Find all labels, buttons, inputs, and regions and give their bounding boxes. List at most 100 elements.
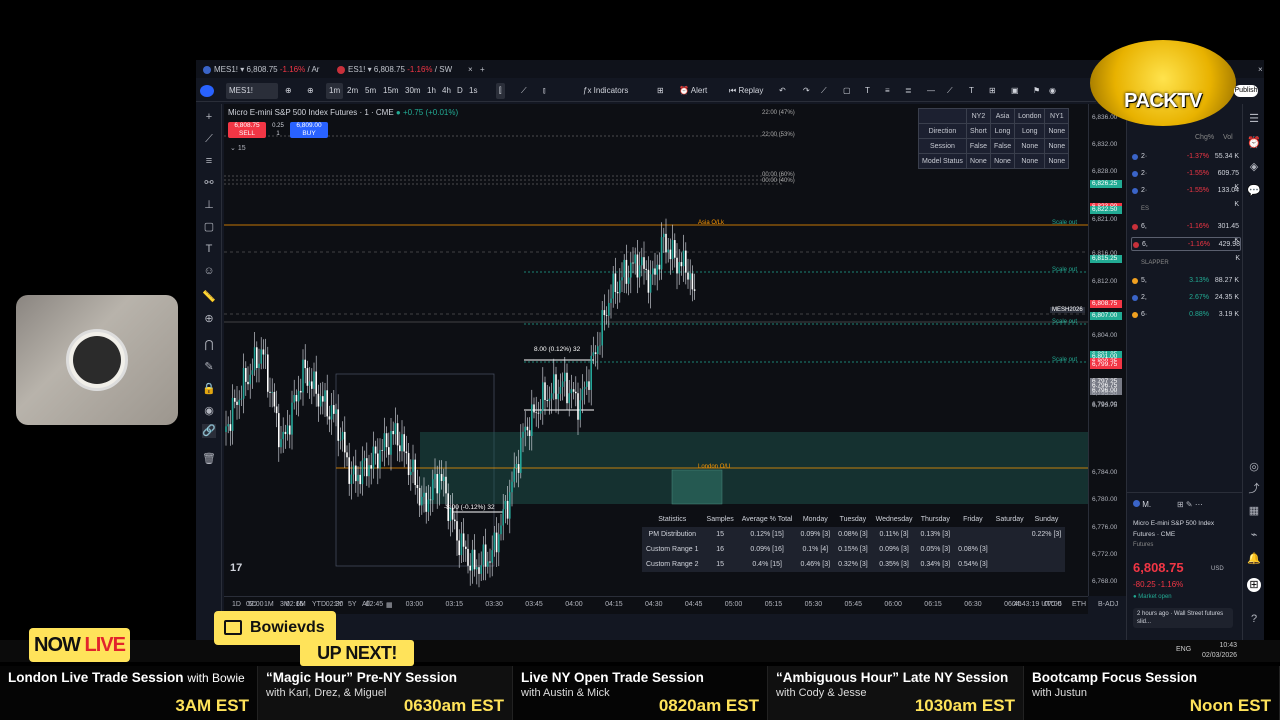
hline-tool-icon[interactable]: — <box>924 83 938 99</box>
bell-icon[interactable]: 🔔 <box>1247 552 1261 566</box>
compare-icon[interactable]: ⊕ <box>304 83 317 99</box>
image-tool-icon[interactable]: ▣ <box>1008 83 1022 99</box>
text-icon[interactable]: T <box>202 242 216 256</box>
order-qty[interactable]: 0.25 1 <box>271 122 285 138</box>
candles-icon[interactable]: ⫿ <box>496 83 505 99</box>
layout-icon[interactable]: ⊞ <box>654 83 667 99</box>
range-5y[interactable]: 5Y <box>348 601 357 608</box>
watchlist-group-es[interactable]: ES <box>1141 206 1149 212</box>
eye-icon[interactable]: ◉ <box>202 404 216 418</box>
calendar-side-icon[interactable]: ▦ <box>1247 504 1261 518</box>
trendline-icon[interactable]: ⟋ <box>202 132 216 146</box>
apps-icon[interactable]: ⊞ <box>1247 578 1261 592</box>
watchlist-row[interactable]: 6, -1.16% 301.45 K <box>1131 220 1241 244</box>
zoom-icon[interactable]: ⊕ <box>202 312 216 326</box>
watchlist-row[interactable]: 5, 3.13% 88.27 K <box>1131 274 1241 288</box>
crosshair-icon[interactable]: + <box>202 110 216 124</box>
watchlist-row[interactable]: 2· -1.55% 609.75 K <box>1131 167 1241 191</box>
interval-1m[interactable]: 1m <box>326 83 344 99</box>
watchlist-group-slapper[interactable]: SLAPPER <box>1141 260 1169 266</box>
watchlist-row[interactable]: 2· -1.37% 55.34 K <box>1131 150 1241 164</box>
range-1y[interactable]: 1Y <box>334 601 343 608</box>
link-icon[interactable]: 🔗 <box>202 424 216 438</box>
undo-icon[interactable]: ↶ <box>776 83 789 99</box>
indicators-button[interactable]: ƒx Indicators <box>580 83 631 99</box>
range-all[interactable]: All <box>362 601 370 608</box>
publish-button[interactable]: Publish <box>1234 85 1258 97</box>
tab-mes[interactable]: MES1! ▾ 6,808.75 -1.16% / Ar <box>200 62 319 78</box>
watchlist-header-chg[interactable]: Chg% <box>1195 134 1214 141</box>
text-tool-icon[interactable]: T <box>862 83 873 99</box>
fib-icon[interactable]: ≡ <box>202 154 216 168</box>
layers-icon[interactable]: ◈ <box>1247 160 1261 174</box>
interval-1s[interactable]: 1s <box>466 83 480 99</box>
alerts-icon[interactable]: ⏰ <box>1247 136 1261 150</box>
text2-tool-icon[interactable]: T <box>966 83 977 99</box>
magnet-icon[interactable]: ⋂ <box>202 338 216 352</box>
tab-es[interactable]: ES1! ▾ 6,808.75 -1.16% / SW <box>334 62 462 78</box>
range-5d[interactable]: 5D <box>248 601 257 608</box>
tradingview-logo[interactable]: 17 <box>230 562 242 574</box>
watchlist-icon[interactable]: ☰ <box>1247 112 1261 126</box>
interval-2m[interactable]: 2m <box>344 83 361 99</box>
line-chart-icon[interactable]: ⟋ <box>518 83 530 99</box>
trash-icon[interactable]: 🗑 <box>202 452 216 466</box>
window-close-icon[interactable]: × <box>1244 62 1263 78</box>
rect-icon[interactable]: ▢ <box>202 220 216 234</box>
rect-tool-icon[interactable]: ▢ <box>840 83 854 99</box>
watchlist-row[interactable]: 2, 2.67% 24.35 K <box>1131 291 1241 305</box>
measure-icon[interactable]: ⊥ <box>202 198 216 212</box>
ray-tool-icon[interactable]: ⟋ <box>944 83 956 99</box>
interval-5m[interactable]: 5m <box>362 83 379 99</box>
buy-button[interactable]: 6,809.00 BUY <box>290 122 328 138</box>
price-axis[interactable]: 6,836.006,832.006,828.006,826.256,823.00… <box>1088 104 1126 596</box>
bars-icon[interactable]: ⫾ <box>540 83 549 99</box>
new-tab-icon[interactable]: + <box>466 62 485 78</box>
interval-15m[interactable]: 15m <box>380 83 402 99</box>
fib-tool-icon[interactable]: ≡ <box>882 83 893 99</box>
lock-icon[interactable]: 🔒 <box>202 382 216 396</box>
emoji-icon[interactable]: ☺ <box>202 264 216 278</box>
redo-icon[interactable]: ↷ <box>800 83 813 99</box>
range-1m[interactable]: 1M <box>264 601 274 608</box>
range-ytd[interactable]: YTD <box>312 601 326 608</box>
watchlist-row[interactable]: 2· -1.55% 133.04 K <box>1131 184 1241 208</box>
flag-tool-icon[interactable]: ⚑ <box>1030 83 1043 99</box>
system-clock[interactable]: 10:43 02/03/2026 <box>1202 641 1237 661</box>
trend-line-icon[interactable]: ⟋ <box>818 83 830 99</box>
alert-button[interactable]: ⏰ Alert <box>676 83 710 99</box>
eth-toggle[interactable]: ETH <box>1072 601 1086 608</box>
pen-lock-icon[interactable]: ✎ <box>202 360 216 374</box>
watchlist-row-selected[interactable]: 6, -1.16% 429.98 K <box>1131 237 1241 262</box>
language-indicator[interactable]: ENG <box>1176 646 1191 653</box>
replay-button[interactable]: ⏮ Replay <box>726 83 766 99</box>
range-1d[interactable]: 1D <box>232 601 241 608</box>
fib-channel-icon[interactable]: ≣ <box>902 83 915 99</box>
user-avatar-icon[interactable] <box>200 85 214 97</box>
range-6m[interactable]: 6M <box>296 601 306 608</box>
interval-d[interactable]: D <box>454 83 466 99</box>
signal-icon[interactable]: ⌁ <box>1247 528 1261 542</box>
details-actions[interactable]: ⊞ ✎ ⋯ <box>1177 500 1203 509</box>
interval-30m[interactable]: 30m <box>402 83 424 99</box>
interval-1h[interactable]: 1h <box>424 83 439 99</box>
interval-4h[interactable]: 4h <box>439 83 454 99</box>
ideas-icon[interactable]: ⤴ <box>1247 482 1261 496</box>
camera-icon[interactable]: ◉ <box>1046 83 1059 99</box>
watchlist-header-vol[interactable]: Vol <box>1223 134 1233 141</box>
grid-tool-icon[interactable]: ⊞ <box>986 83 999 99</box>
watchlist-row[interactable]: 6· 0.88% 3.19 K <box>1131 308 1241 322</box>
symbol-search[interactable]: MES1! <box>226 83 278 99</box>
timezone-label[interactable]: 04:43:19 UTC-5 <box>1012 601 1062 608</box>
indicator-count[interactable]: ⌄ 15 <box>230 144 246 152</box>
pattern-icon[interactable]: ⚯ <box>202 176 216 190</box>
chart-pane[interactable]: Micro E-mini S&P 500 Index Futures · 1 ·… <box>224 104 1088 596</box>
calendar-icon[interactable]: ▦ <box>386 601 393 609</box>
news-item[interactable]: 2 hours ago · Wall Street futures slid..… <box>1133 608 1233 628</box>
ruler-icon[interactable]: 📏 <box>202 290 216 304</box>
range-3m[interactable]: 3M <box>280 601 290 608</box>
badj-toggle[interactable]: B-ADJ <box>1098 601 1118 608</box>
add-symbol-icon[interactable]: ⊕ <box>282 83 295 99</box>
target-icon[interactable]: ◎ <box>1247 460 1261 474</box>
chat-icon[interactable]: 💬 <box>1247 184 1261 198</box>
